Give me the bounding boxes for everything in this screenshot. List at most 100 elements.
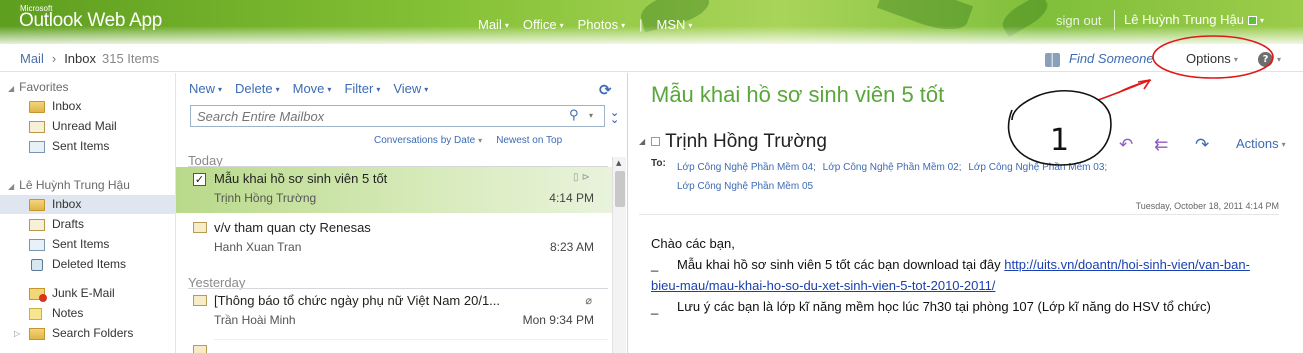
delete-button[interactable]: Delete ▾ bbox=[235, 81, 280, 96]
message-subject: Mẫu khai hồ sơ sinh viên 5 tốt bbox=[214, 171, 388, 186]
list-toolbar: New ▾ Delete ▾ Move ▾ Filter ▾ View ▾ bbox=[189, 81, 428, 96]
sort-by-dropdown[interactable]: Conversations by Date ▾ bbox=[374, 135, 482, 146]
body-line-2: Lưu ý các bạn là lớp kĩ năng mềm học lúc… bbox=[677, 299, 1211, 314]
nav-separator: | bbox=[639, 17, 643, 32]
chevron-down-icon: ▾ bbox=[275, 85, 280, 95]
nav-msn[interactable]: MSN ▾ bbox=[656, 17, 692, 32]
drafts-icon bbox=[29, 219, 45, 231]
search-folder-icon bbox=[29, 328, 45, 340]
refresh-icon[interactable]: ⟳ bbox=[599, 81, 612, 99]
notes-icon bbox=[29, 308, 42, 320]
message-time: 4:14 PM bbox=[549, 191, 594, 205]
chevron-down-icon: ▾ bbox=[218, 85, 223, 95]
app-logo[interactable]: Outlook Web App bbox=[19, 10, 162, 32]
search-input[interactable] bbox=[191, 106, 561, 126]
chevron-down-icon: ▾ bbox=[621, 21, 626, 31]
message-time: 8:23 AM bbox=[549, 240, 594, 254]
sent-items-icon bbox=[29, 239, 45, 251]
reply-icon[interactable]: ↶ bbox=[1119, 135, 1133, 155]
sort-bar: Conversations by Date ▾ Newest on Top bbox=[374, 135, 562, 146]
forward-icon[interactable]: ↷ bbox=[1195, 135, 1209, 155]
move-button[interactable]: Move ▾ bbox=[293, 81, 332, 96]
sent-items-icon bbox=[29, 141, 45, 153]
sort-order-link[interactable]: Newest on Top bbox=[496, 135, 562, 146]
user-name[interactable]: Lê Huỳnh Trung Hậu ▾ bbox=[1124, 12, 1264, 27]
scroll-up-icon[interactable]: ▲ bbox=[616, 159, 621, 167]
message-list-pane: New▾ Delete▾ Move▾ Filter▾ View▾ ⟳ ⚲ ▾ ⌄… bbox=[176, 73, 628, 353]
flag-icon[interactable]: ▯ ⊳ bbox=[573, 172, 590, 183]
message-subject: [Thông báo tổ chức ngày phụ nữ Việt Nam … bbox=[214, 293, 501, 308]
sender-name[interactable]: Trịnh Hồng Trường bbox=[665, 131, 827, 152]
list-scrollbar[interactable]: ▲ bbox=[612, 157, 626, 353]
filter-button[interactable]: Filter ▾ bbox=[344, 81, 380, 96]
body-line-1: Mẫu khai hồ sơ sinh viên 5 tốt các bạn d… bbox=[651, 257, 1250, 293]
breadcrumb-mail[interactable]: Mail bbox=[20, 51, 44, 66]
folder-item-junk[interactable]: Junk E-Mail bbox=[0, 284, 176, 303]
sign-out-link[interactable]: sign out bbox=[1056, 13, 1102, 28]
options-menu[interactable]: Options ▾ bbox=[1186, 51, 1238, 66]
recipient[interactable]: Lớp Công Nghệ Phần Mềm 05 bbox=[677, 181, 813, 192]
mailbox-header[interactable]: ◢ Lê Huỳnh Trung Hậu bbox=[8, 178, 130, 192]
sent-date: Tuesday, October 18, 2011 4:14 PM bbox=[1135, 201, 1279, 211]
nav-office[interactable]: Office ▾ bbox=[523, 17, 564, 32]
reading-pane: Mẫu khai hồ sơ sinh viên 5 tốt ◢ Trịnh Hồ… bbox=[629, 73, 1303, 353]
unread-mail-icon bbox=[29, 121, 45, 133]
inbox-icon bbox=[29, 199, 45, 211]
message-row[interactable]: [Thông báo tổ chức ngày phụ nữ Việt Nam … bbox=[176, 289, 612, 335]
search-box: ⚲ ▾ bbox=[190, 105, 605, 127]
chevron-down-icon: ▾ bbox=[1281, 140, 1286, 150]
expand-icon[interactable]: ▷ bbox=[14, 324, 20, 343]
scroll-thumb[interactable] bbox=[615, 171, 625, 207]
junk-mail-icon bbox=[29, 288, 47, 302]
to-label: To: bbox=[651, 158, 666, 169]
item-count: 315 Items bbox=[102, 51, 160, 66]
breadcrumb-bar: Mail › Inbox 315 Items Find Someone Options… bbox=[0, 44, 1303, 72]
nav-photos[interactable]: Photos ▾ bbox=[578, 17, 626, 32]
top-banner: Microsoft Outlook Web App Mail ▾ Office ▾ … bbox=[0, 0, 1303, 44]
message-sender: Hanh Xuan Tran bbox=[214, 240, 302, 254]
chevron-down-icon: ▾ bbox=[1277, 55, 1282, 64]
favorites-item-unread[interactable]: Unread Mail bbox=[0, 117, 176, 136]
checkbox-checked-icon[interactable]: ✓ bbox=[193, 173, 206, 186]
favorites-item-inbox[interactable]: Inbox bbox=[0, 97, 176, 116]
read-mail-icon bbox=[193, 295, 207, 306]
chevron-down-icon: ▾ bbox=[1233, 55, 1238, 65]
reply-all-icon[interactable]: ⇇ bbox=[1154, 135, 1168, 155]
message-row[interactable]: v/v tham quan cty Renesas Hanh Xuan Tran… bbox=[176, 216, 612, 262]
chevron-down-icon: ▾ bbox=[559, 21, 564, 31]
folder-item-inbox[interactable]: Inbox bbox=[0, 195, 176, 214]
folder-item-sent[interactable]: Sent Items bbox=[0, 235, 176, 254]
message-row[interactable]: ✓ Mẫu khai hồ sơ sinh viên 5 tốt ▯ ⊳ Trị… bbox=[176, 167, 612, 213]
reading-subject: Mẫu khai hồ sơ sinh viên 5 tốt bbox=[651, 82, 945, 107]
view-button[interactable]: View ▾ bbox=[393, 81, 428, 96]
recipient[interactable]: Lớp Công Nghệ Phần Mềm 03; bbox=[968, 162, 1107, 173]
actions-menu[interactable]: Actions ▾ bbox=[1236, 136, 1286, 151]
folder-item-deleted[interactable]: Deleted Items bbox=[0, 255, 176, 274]
new-button[interactable]: New ▾ bbox=[189, 81, 222, 96]
message-time: Mon 9:34 PM bbox=[522, 313, 594, 327]
chevron-down-icon: ▾ bbox=[504, 21, 509, 31]
recipient[interactable]: Lớp Công Nghệ Phần Mềm 02; bbox=[823, 162, 962, 173]
search-icon[interactable]: ⚲ bbox=[569, 108, 579, 123]
collapse-icon: ◢ bbox=[8, 84, 15, 93]
top-nav: Mail ▾ Office ▾ Photos ▾ | MSN ▾ bbox=[478, 17, 692, 32]
find-someone-link[interactable]: Find Someone bbox=[1045, 51, 1154, 67]
recipients: Lớp Công Nghệ Phần Mềm 04; Lớp Công Nghệ… bbox=[673, 158, 1233, 196]
checkbox[interactable] bbox=[651, 137, 661, 147]
read-mail-icon bbox=[193, 222, 207, 233]
folder-item-notes[interactable]: Notes bbox=[0, 304, 176, 323]
chevron-down-icon[interactable]: ▾ bbox=[589, 111, 593, 120]
inbox-icon bbox=[29, 101, 45, 113]
chevron-down-icon: ▾ bbox=[1259, 16, 1264, 26]
folder-item-drafts[interactable]: Drafts bbox=[0, 215, 176, 234]
collapse-icon: ◢ bbox=[8, 182, 15, 191]
recipient[interactable]: Lớp Công Nghệ Phần Mềm 04; bbox=[677, 162, 816, 173]
favorites-header[interactable]: ◢ Favorites bbox=[8, 80, 69, 94]
collapse-icon[interactable]: ◢ bbox=[639, 137, 645, 146]
greeting: Chào các bạn, bbox=[651, 236, 735, 251]
help-icon[interactable]: ? bbox=[1258, 52, 1273, 67]
folder-item-search[interactable]: ▷ Search Folders bbox=[0, 324, 176, 343]
expand-search-icon[interactable]: ⌄ ⌄ bbox=[610, 107, 619, 125]
favorites-item-sent[interactable]: Sent Items bbox=[0, 137, 176, 156]
nav-mail[interactable]: Mail ▾ bbox=[478, 17, 509, 32]
